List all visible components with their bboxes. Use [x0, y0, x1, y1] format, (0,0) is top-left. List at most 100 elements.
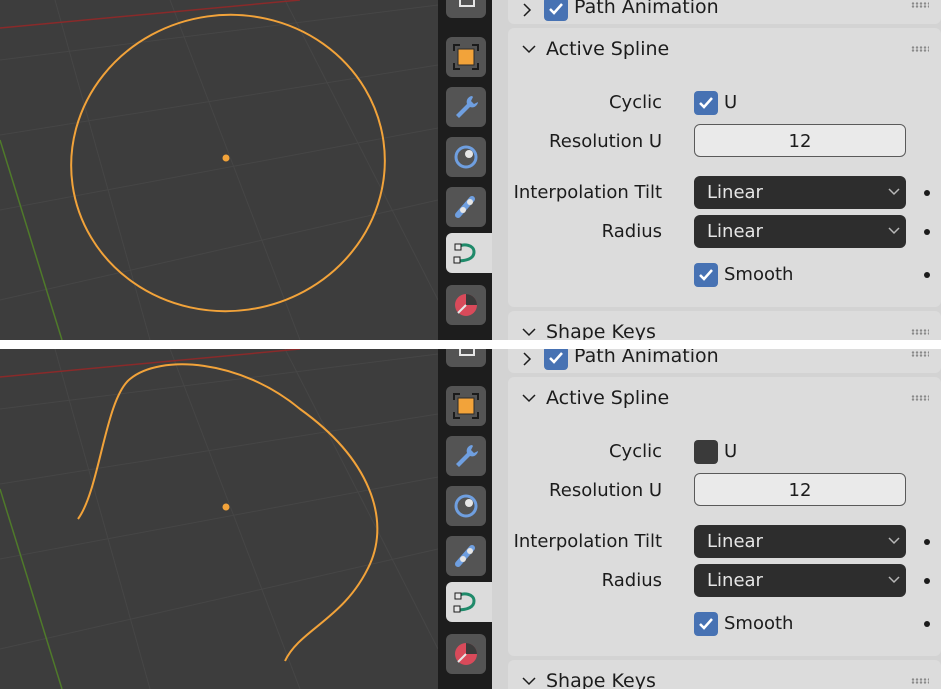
physics-icon [454, 494, 478, 518]
path-animation-panel: Path Animation [508, 0, 941, 24]
viewport-canvas [0, 0, 438, 340]
cyclic-label: Cyclic [608, 92, 662, 113]
drag-grip-icon[interactable] [911, 395, 929, 401]
cyclic-u-checkbox[interactable] [694, 91, 718, 115]
drag-grip-icon[interactable] [911, 46, 929, 52]
active-spline-panel: Active Spline Cyclic U Resolution U 12 I… [508, 28, 941, 307]
bezier-curve[interactable] [77, 363, 379, 662]
keyframe-dot-icon[interactable] [924, 190, 930, 196]
object-origin[interactable] [221, 502, 231, 512]
dropdown-value: Linear [707, 531, 763, 552]
curve-data-tab[interactable] [446, 582, 492, 622]
cyclic-u-label: U [724, 441, 738, 462]
radius-label: Radius [601, 221, 662, 242]
properties-editor: Path Animation Active Spline Cyclic U Re… [492, 0, 941, 340]
object-tab[interactable] [446, 37, 486, 77]
dropdown-value: Linear [707, 182, 763, 203]
drag-grip-icon[interactable] [911, 351, 929, 357]
dropdown-value: Linear [707, 221, 763, 242]
shape-keys-panel: Shape Keys [508, 660, 941, 689]
chevron-down-icon [888, 227, 900, 235]
modifier-tab[interactable] [446, 436, 486, 476]
curve-data-tab[interactable] [446, 233, 492, 273]
constraint-icon [455, 545, 475, 567]
smooth-label: Smooth [724, 613, 794, 634]
cyclic-label: Cyclic [608, 441, 662, 462]
chevron-down-icon[interactable] [522, 327, 536, 337]
y-axis-line [0, 139, 63, 340]
checkmark-icon [549, 3, 563, 15]
3d-viewport[interactable] [0, 0, 438, 340]
chevron-down-icon [888, 188, 900, 196]
properties-tab-strip [438, 0, 492, 340]
object-tab[interactable] [446, 386, 486, 426]
x-axis-line [0, 0, 301, 29]
screenshot-cyclic-on: Path Animation Active Spline Cyclic U Re… [0, 0, 941, 340]
resolution-u-label: Resolution U [549, 131, 662, 152]
chevron-down-icon[interactable] [522, 393, 536, 403]
y-axis-line [0, 488, 63, 689]
chevron-down-icon[interactable] [522, 676, 536, 686]
checkmark-icon [699, 97, 713, 109]
smooth-checkbox[interactable] [694, 263, 718, 287]
constraint-icon [455, 196, 475, 218]
panel-title: Active Spline [546, 387, 670, 409]
checkmark-icon [699, 618, 713, 630]
bezier-curve[interactable] [52, 0, 404, 331]
drag-grip-icon[interactable] [911, 678, 929, 684]
radius-label: Radius [601, 570, 662, 591]
material-tab[interactable] [446, 285, 486, 325]
object-data-tab[interactable] [446, 349, 486, 367]
panel-title: Shape Keys [546, 670, 656, 689]
modifier-tab[interactable] [446, 87, 486, 127]
dropdown-value: Linear [707, 570, 763, 591]
resolution-u-field[interactable]: 12 [694, 473, 906, 506]
smooth-label: Smooth [724, 264, 794, 285]
object-data-tab[interactable] [446, 0, 486, 18]
interpolation-tilt-dropdown[interactable]: Linear [694, 176, 906, 209]
3d-viewport[interactable] [0, 349, 438, 689]
chevron-down-icon [888, 537, 900, 545]
panel-title: Active Spline [546, 38, 670, 60]
keyframe-dot-icon[interactable] [924, 229, 930, 235]
chevron-down-icon[interactable] [522, 44, 536, 54]
properties-editor: Path Animation Active Spline Cyclic U Re… [492, 349, 941, 689]
radius-dropdown[interactable]: Linear [694, 564, 906, 597]
path-animation-checkbox[interactable] [544, 0, 568, 21]
x-axis-line [0, 349, 301, 378]
object-origin[interactable] [221, 153, 231, 163]
properties-tab-strip [438, 349, 492, 689]
curve-data-icon [453, 592, 476, 613]
object-data-icon [459, 349, 475, 356]
chevron-down-icon [888, 576, 900, 584]
physics-tab[interactable] [446, 486, 486, 526]
smooth-checkbox[interactable] [694, 612, 718, 636]
resolution-u-label: Resolution U [549, 480, 662, 501]
keyframe-dot-icon[interactable] [924, 621, 930, 627]
interpolation-tilt-label: Interpolation Tilt [513, 182, 662, 203]
object-icon [453, 44, 479, 70]
floor-grid [0, 349, 438, 689]
path-animation-checkbox[interactable] [544, 349, 568, 370]
constraints-tab[interactable] [446, 187, 486, 227]
interpolation-tilt-label: Interpolation Tilt [513, 531, 662, 552]
constraints-tab[interactable] [446, 536, 486, 576]
chevron-right-icon[interactable] [522, 3, 532, 17]
material-tab[interactable] [446, 634, 486, 674]
floor-grid [0, 0, 438, 340]
drag-grip-icon[interactable] [911, 2, 929, 8]
material-icon [455, 643, 477, 665]
interpolation-tilt-dropdown[interactable]: Linear [694, 525, 906, 558]
radius-dropdown[interactable]: Linear [694, 215, 906, 248]
checkmark-icon [549, 352, 563, 364]
drag-grip-icon[interactable] [911, 329, 929, 335]
chevron-right-icon[interactable] [522, 352, 532, 366]
keyframe-dot-icon[interactable] [924, 272, 930, 278]
physics-icon [454, 145, 478, 169]
resolution-u-field[interactable]: 12 [694, 124, 906, 157]
keyframe-dot-icon[interactable] [924, 539, 930, 545]
keyframe-dot-icon[interactable] [924, 578, 930, 584]
physics-tab[interactable] [446, 137, 486, 177]
cyclic-u-checkbox[interactable] [694, 440, 718, 464]
screenshot-divider [0, 340, 941, 349]
